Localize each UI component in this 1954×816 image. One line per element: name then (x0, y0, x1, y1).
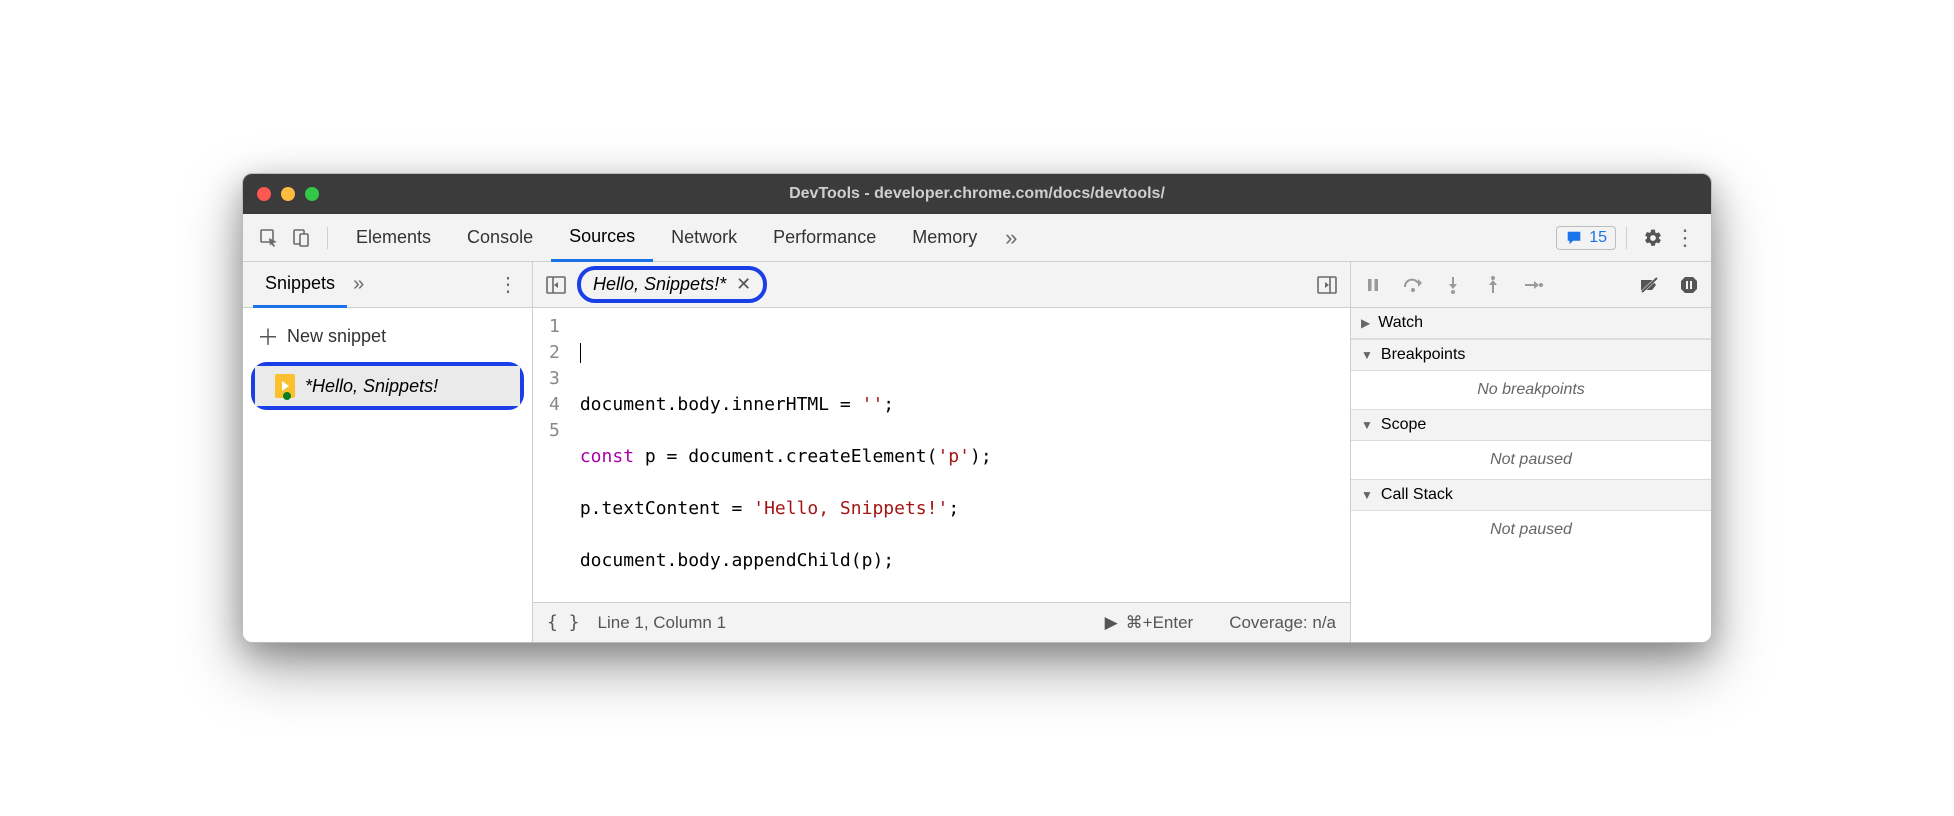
main-toolbar: Elements Console Sources Network Perform… (243, 214, 1711, 262)
navigator-sidebar: Snippets » ⋮ ＋ New snippet *Hello, Snipp… (243, 262, 533, 642)
coverage-status: Coverage: n/a (1229, 613, 1336, 633)
kebab-menu-icon[interactable]: ⋮ (1669, 222, 1701, 254)
callstack-body: Not paused (1351, 511, 1711, 549)
plus-icon: ＋ (257, 320, 279, 352)
tab-network[interactable]: Network (653, 214, 755, 262)
expand-down-icon: ▼ (1361, 488, 1373, 502)
section-label: Watch (1378, 314, 1423, 332)
play-icon: ▶ (1105, 613, 1118, 633)
line-number: 5 (549, 418, 560, 444)
settings-icon[interactable] (1637, 222, 1669, 254)
run-snippet-button[interactable]: ▶ ⌘+Enter (1105, 613, 1194, 633)
new-snippet-button[interactable]: ＋ New snippet (243, 314, 532, 358)
snippet-list-item[interactable]: *Hello, Snippets! (255, 366, 520, 406)
expand-down-icon: ▼ (1361, 418, 1373, 432)
tab-sources[interactable]: Sources (551, 214, 653, 262)
step-over-icon[interactable] (1401, 273, 1425, 297)
window-titlebar: DevTools - developer.chrome.com/docs/dev… (243, 174, 1711, 214)
line-number: 4 (549, 392, 560, 418)
tab-memory[interactable]: Memory (894, 214, 995, 262)
debugger-toolbar (1351, 262, 1711, 308)
line-number: 2 (549, 340, 560, 366)
code-editor[interactable]: 1 2 3 4 5 document.body.innerHTML = ''; … (533, 308, 1350, 602)
minimize-window-button[interactable] (281, 187, 295, 201)
editor-tab-active[interactable]: Hello, Snippets!* ✕ (577, 266, 767, 303)
expand-right-icon: ▶ (1361, 316, 1370, 330)
breakpoints-body: No breakpoints (1351, 371, 1711, 409)
navigator-tabs: Snippets » ⋮ (243, 262, 532, 308)
maximize-window-button[interactable] (305, 187, 319, 201)
section-label: Breakpoints (1381, 346, 1466, 364)
editor-tab-label: Hello, Snippets!* (593, 274, 726, 295)
inspect-element-icon[interactable] (253, 222, 285, 254)
main-area: Snippets » ⋮ ＋ New snippet *Hello, Snipp… (243, 262, 1711, 642)
line-number: 1 (549, 314, 560, 340)
line-gutter: 1 2 3 4 5 (533, 308, 570, 602)
text-cursor (580, 343, 581, 363)
deactivate-breakpoints-icon[interactable] (1637, 273, 1661, 297)
chat-icon (1565, 229, 1583, 247)
more-tabs-icon[interactable]: » (995, 222, 1027, 254)
navigator-more-tabs-icon[interactable]: » (353, 273, 364, 296)
code-content: document.body.innerHTML = ''; const p = … (570, 308, 1002, 602)
modified-dot-icon (283, 392, 291, 400)
editor-statusbar: { } Line 1, Column 1 ▶ ⌘+Enter Coverage:… (533, 602, 1350, 642)
debugger-panel: ▶ Watch ▼ Breakpoints No breakpoints ▼ S… (1351, 262, 1711, 642)
close-tab-icon[interactable]: ✕ (736, 274, 751, 295)
issues-count: 15 (1589, 229, 1607, 247)
tab-console[interactable]: Console (449, 214, 551, 262)
navigator-tab-snippets[interactable]: Snippets (253, 262, 347, 308)
issues-counter[interactable]: 15 (1556, 226, 1616, 250)
section-label: Scope (1381, 416, 1426, 434)
toolbar-divider-2 (1626, 227, 1627, 249)
toggle-navigator-icon[interactable] (541, 270, 571, 300)
pretty-print-icon[interactable]: { } (547, 612, 580, 633)
window-title: DevTools - developer.chrome.com/docs/dev… (243, 185, 1711, 203)
line-number: 3 (549, 366, 560, 392)
expand-down-icon: ▼ (1361, 348, 1373, 362)
pause-on-exceptions-icon[interactable] (1677, 273, 1701, 297)
close-window-button[interactable] (257, 187, 271, 201)
highlighted-snippet: *Hello, Snippets! (251, 362, 524, 410)
section-breakpoints[interactable]: ▼ Breakpoints (1351, 339, 1711, 371)
cursor-position: Line 1, Column 1 (598, 613, 727, 633)
toolbar-divider (327, 227, 328, 249)
navigator-body: ＋ New snippet *Hello, Snippets! (243, 308, 532, 642)
debugger-sections: ▶ Watch ▼ Breakpoints No breakpoints ▼ S… (1351, 308, 1711, 642)
new-snippet-label: New snippet (287, 326, 386, 347)
section-callstack[interactable]: ▼ Call Stack (1351, 479, 1711, 511)
section-scope[interactable]: ▼ Scope (1351, 409, 1711, 441)
editor-panel: Hello, Snippets!* ✕ 1 2 3 4 5 document.b… (533, 262, 1351, 642)
section-label: Call Stack (1381, 486, 1453, 504)
step-icon[interactable] (1521, 273, 1545, 297)
section-watch[interactable]: ▶ Watch (1351, 308, 1711, 339)
traffic-lights (257, 187, 319, 201)
step-into-icon[interactable] (1441, 273, 1465, 297)
run-shortcut: ⌘+Enter (1126, 613, 1194, 633)
toggle-debugger-icon[interactable] (1312, 270, 1342, 300)
tab-elements[interactable]: Elements (338, 214, 449, 262)
devtools-window: DevTools - developer.chrome.com/docs/dev… (242, 173, 1712, 643)
snippet-name: *Hello, Snippets! (305, 376, 438, 397)
pause-icon[interactable] (1361, 273, 1385, 297)
scope-body: Not paused (1351, 441, 1711, 479)
tab-performance[interactable]: Performance (755, 214, 894, 262)
step-out-icon[interactable] (1481, 273, 1505, 297)
navigator-kebab-icon[interactable]: ⋮ (494, 272, 522, 297)
editor-tabbar: Hello, Snippets!* ✕ (533, 262, 1350, 308)
device-toolbar-icon[interactable] (285, 222, 317, 254)
